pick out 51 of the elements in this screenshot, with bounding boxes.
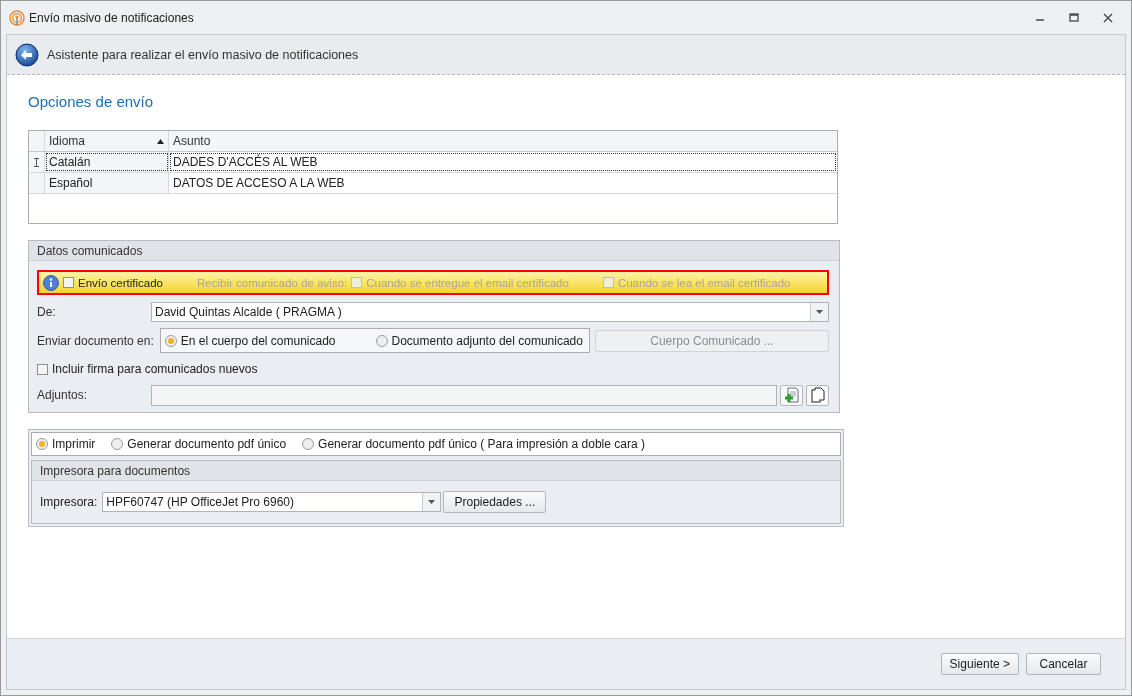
back-button[interactable] — [15, 42, 39, 67]
text-cursor-icon — [34, 157, 39, 167]
group-title: Datos comunicados — [29, 241, 839, 261]
radio-label: Generar documento pdf único ( Para impresión a doble cara ) — [318, 437, 645, 451]
copy-button[interactable] — [806, 384, 829, 406]
antenna-icon — [9, 9, 25, 26]
radio-button[interactable] — [111, 438, 124, 450]
radio-button[interactable] — [164, 334, 177, 347]
checkbox-label: Cuando se entregue el email certificado — [366, 276, 569, 289]
row-indicator[interactable] — [29, 152, 45, 172]
field-label: Adjuntos: — [37, 388, 89, 402]
table-cell: Catalán — [45, 152, 169, 172]
section-title: Opciones de envío — [28, 93, 155, 110]
add-attachment-button[interactable] — [780, 384, 803, 406]
documents-icon — [810, 387, 825, 403]
info-icon — [43, 274, 59, 291]
radio-label: En el cuerpo del comunicado — [180, 333, 336, 348]
checkbox-label: Cuando se lea el email certificado — [617, 276, 791, 289]
checkbox-label: Envío certificado — [78, 276, 163, 289]
radio-label: Documento adjunto del comunicado — [391, 333, 583, 348]
sender-dropdown[interactable]: David Quintas Alcalde ( PRAGMA ) — [151, 302, 829, 322]
field-label: Enviar documento en: — [37, 333, 155, 348]
field-label: De: — [37, 305, 57, 319]
wizard-title: Asistente para realizar el envío masivo de notificaciones — [47, 47, 359, 62]
table-cell-text: DATOS DE ACCESO A LA WEB — [172, 175, 346, 192]
properties-button[interactable]: Propiedades ... — [443, 491, 547, 513]
radio-label: Imprimir — [52, 437, 96, 451]
footer-button[interactable]: Siguiente > — [940, 653, 1019, 675]
radio-button[interactable] — [302, 438, 315, 450]
dropdown-caret-icon — [816, 310, 823, 314]
document-plus-icon — [783, 387, 800, 403]
checkbox[interactable] — [63, 277, 74, 288]
group-title: Impresora para documentos — [32, 461, 840, 481]
printer-dropdown[interactable]: HPF60747 (HP OfficeJet Pro 6960) — [102, 492, 442, 512]
checkbox[interactable] — [37, 363, 48, 375]
notify-label: Recibir comunicado de aviso: — [197, 276, 348, 289]
checkbox-label: Incluir firma para comunicados nuevos — [52, 362, 258, 376]
radio-button[interactable] — [36, 438, 48, 450]
dropdown-caret-icon — [428, 500, 436, 504]
close-button[interactable] — [1102, 11, 1114, 24]
table-cell: DADES D'ACCÉS AL WEB — [169, 152, 837, 172]
maximize-button[interactable] — [1068, 11, 1080, 24]
footer-button[interactable]: Cancelar — [1026, 653, 1101, 675]
column-header[interactable]: Asunto — [169, 131, 837, 151]
table-cell: Español — [45, 173, 169, 193]
attachments-field[interactable] — [151, 384, 777, 406]
radio-button[interactable] — [375, 334, 388, 347]
window-title: Envío masivo de notificaciones — [29, 10, 195, 25]
radio-label: Generar documento pdf único — [127, 437, 287, 451]
sort-arrow-icon — [157, 138, 164, 144]
field-label: Impresora: — [40, 495, 98, 509]
